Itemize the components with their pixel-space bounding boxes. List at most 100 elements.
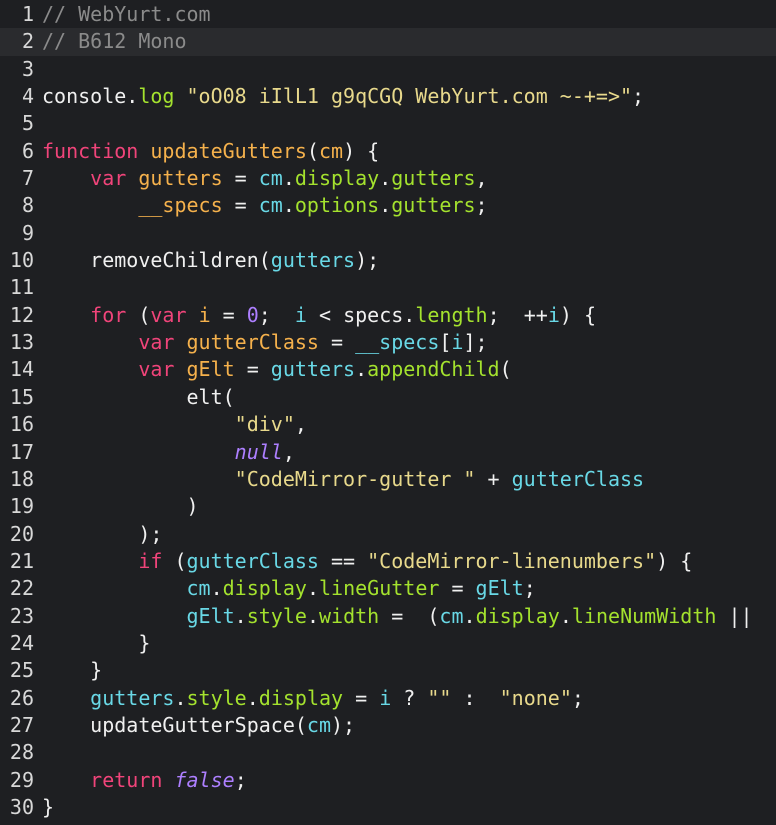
code-line[interactable]: 16 "div", [0,411,776,438]
code-line[interactable]: 1 // WebYurt.com [0,1,776,28]
code-punctuation: . [282,193,295,218]
line-code[interactable]: gutters.style.display = i ? "" : "none"; [38,685,776,712]
line-code[interactable]: } [38,630,776,657]
code-string: "CodeMirror-linenumbers" [367,548,657,573]
code-bracket: ( [222,384,235,409]
code-bracket: ( [126,302,151,327]
line-code[interactable]: gElt.style.width = (cm.display.lineNumWi… [38,603,776,630]
code-line[interactable]: 26 gutters.style.display = i ? "" : "non… [0,685,776,712]
code-variable: __specs [355,330,440,355]
line-number: 4 [21,84,34,109]
code-line[interactable]: 5 [0,110,776,137]
line-code[interactable]: } [38,794,776,821]
line-code[interactable]: elt( [38,384,776,411]
code-line[interactable]: 28 [0,739,776,766]
code-line[interactable]: 19 ) [0,493,776,520]
line-number: 9 [21,220,34,245]
code-line[interactable]: 25 } [0,657,776,684]
line-code[interactable]: } [38,657,776,684]
line-code[interactable]: var gutterClass = __specs[i]; [38,329,776,356]
code-line[interactable]: 17 null, [0,439,776,466]
line-number: 20 [9,521,34,546]
code-line[interactable]: 4 console.log "oO08 iIlL1 g9qCGQ WebYurt.… [0,83,776,110]
line-code[interactable]: return false; [38,767,776,794]
line-code[interactable]: // WebYurt.com [38,1,776,28]
code-line[interactable]: 24 } [0,630,776,657]
line-code[interactable]: function updateGutters(cm) { [38,138,776,165]
line-code[interactable]: "div", [38,411,776,438]
code-line[interactable]: 7 var gutters = cm.display.gutters, [0,165,776,192]
code-line[interactable]: 27 updateGutterSpace(cm); [0,712,776,739]
code-variable: gElt [475,576,524,601]
code-text: = [234,357,271,382]
code-number: 0 [246,302,259,327]
code-line[interactable]: 23 gElt.style.width = (cm.display.lineNu… [0,603,776,630]
code-line[interactable]: 13 var gutterClass = __specs[i]; [0,329,776,356]
code-line[interactable]: 6 function updateGutters(cm) { [0,138,776,165]
line-code[interactable] [38,110,776,137]
line-number: 26 [9,685,34,710]
code-property: display [475,603,560,628]
code-line[interactable]: 12 for (var i = 0; i < specs.length; ++i… [0,302,776,329]
code-line[interactable]: 29 return false; [0,767,776,794]
code-bracket: ( [415,603,440,628]
line-code[interactable]: if (gutterClass == "CodeMirror-linenumbe… [38,548,776,575]
line-code[interactable]: "CodeMirror-gutter " + gutterClass [38,466,776,493]
code-property: display [258,685,344,710]
code-line[interactable]: 2 // B612 Mono [0,28,776,56]
code-punctuation: ; [632,84,645,109]
line-code[interactable]: var gutters = cm.display.gutters, [38,165,776,192]
code-comment: // B612 Mono [42,29,187,54]
line-code[interactable]: __specs = cm.options.gutters; [38,192,776,219]
code-definition: gutterClass [186,330,319,355]
code-property: gutters [391,166,476,191]
line-code[interactable] [38,739,776,766]
line-code[interactable] [38,220,776,247]
code-line[interactable]: 20 ); [0,521,776,548]
line-number: 12 [9,302,34,327]
line-code[interactable] [38,56,776,83]
code-string: "CodeMirror-gutter " [234,466,476,491]
code-line[interactable]: 15 elt( [0,384,776,411]
code-line[interactable]: 11 [0,274,776,301]
line-code[interactable]: null, [38,439,776,466]
code-variable: gutters [270,248,356,273]
code-definition: cm [318,138,344,163]
code-comment: // WebYurt.com [42,2,211,26]
code-line[interactable]: 21 if (gutterClass == "CodeMirror-linenu… [0,548,776,575]
code-line[interactable]: 10 removeChildren(gutters); [0,247,776,274]
line-code[interactable]: console.log "oO08 iIlL1 g9qCGQ WebYurt.c… [38,83,776,110]
line-code[interactable]: ); [38,521,776,548]
code-punctuation: . [282,166,295,191]
code-lines[interactable]: 1 // WebYurt.com 2// B612 Mono 3 4 console.lo… [0,1,776,821]
line-code[interactable]: for (var i = 0; i < specs.length; ++i) { [38,302,776,329]
code-line[interactable]: 14 var gElt = gutters.appendChild( [0,356,776,383]
code-line[interactable]: 8 __specs = cm.options.gutters; [0,192,776,219]
line-code[interactable]: var gElt = gutters.appendChild( [38,356,776,383]
code-property: length [415,302,488,327]
code-line[interactable]: 9 [0,220,776,247]
line-code[interactable]: ) [38,493,776,520]
code-punctuation: . [306,576,319,601]
code-editor[interactable]: 1 // WebYurt.com 2// B612 Mono 3 4 console.lo… [0,0,776,825]
line-code[interactable] [38,274,776,301]
code-definition: __specs [138,193,223,218]
code-property: gutters [391,193,476,218]
line-code[interactable]: updateGutterSpace(cm); [38,712,776,739]
line-number: 15 [9,384,34,409]
line-number: 1 [21,2,34,26]
code-text: = [439,576,476,601]
line-code[interactable]: // B612 Mono [38,28,776,55]
code-keyword: var [138,330,175,355]
line-code[interactable]: removeChildren(gutters); [38,247,776,274]
code-line[interactable]: 3 [0,56,776,83]
code-bracket: ( [162,548,187,573]
code-line[interactable]: 22 cm.display.lineGutter = gElt; [0,575,776,602]
code-line[interactable]: 18 "CodeMirror-gutter " + gutterClass [0,466,776,493]
line-code[interactable]: cm.display.lineGutter = gElt; [38,575,776,602]
code-line[interactable]: 30} [0,794,776,821]
